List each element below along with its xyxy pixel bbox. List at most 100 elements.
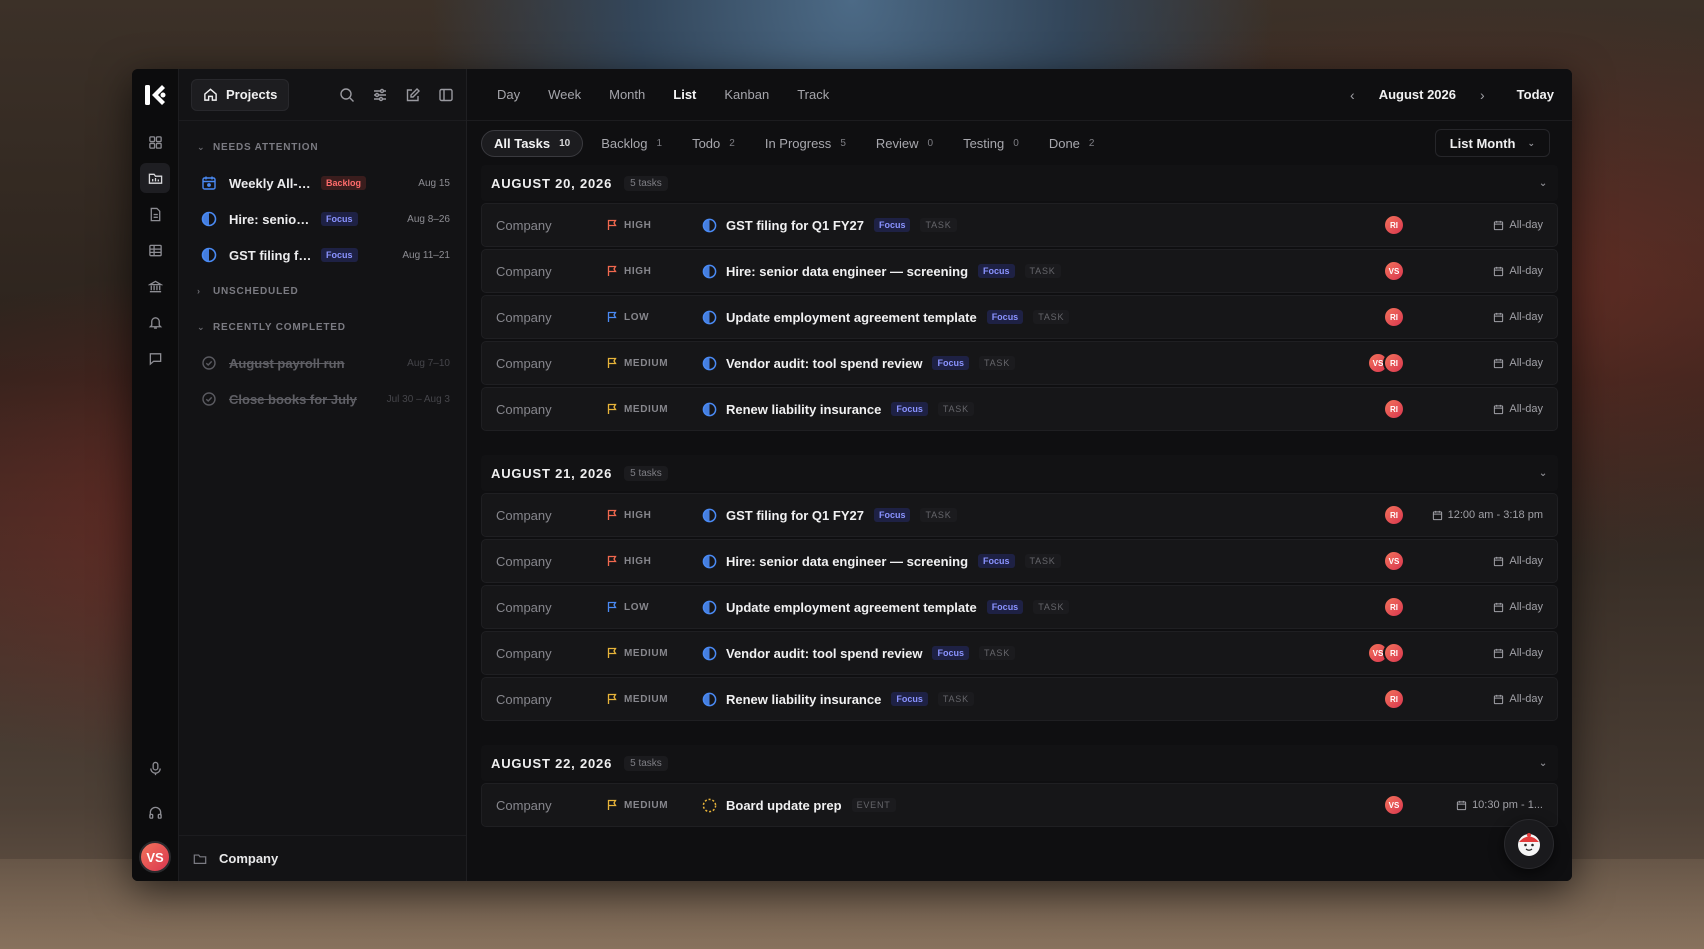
in-progress-status-icon[interactable] [201, 247, 217, 263]
filter-tab-done[interactable]: Done 2 [1037, 131, 1107, 156]
section-unscheduled[interactable]: › UNSCHEDULED [179, 273, 466, 309]
task-priority[interactable]: MEDIUM [606, 357, 702, 369]
today-button[interactable]: Today [1517, 87, 1554, 102]
date-group-header[interactable]: AUGUST 21, 2026 5 tasks ⌄ [481, 455, 1558, 491]
chat-icon[interactable] [140, 343, 170, 373]
attention-item[interactable]: GST filing for Q1 FY27 Focus Aug 11–21 [179, 237, 466, 273]
in-progress-status-icon[interactable] [702, 600, 717, 615]
event-status-icon[interactable] [702, 798, 717, 813]
bank-icon[interactable] [140, 271, 170, 301]
user-avatar[interactable]: VS [139, 841, 171, 873]
completed-item[interactable]: Close books for July Jul 30 – Aug 3 [179, 381, 466, 417]
attention-item[interactable]: Hire: senior data engineer Focus Aug 8–26 [179, 201, 466, 237]
in-progress-status-icon[interactable] [702, 218, 717, 233]
assignee-avatar[interactable]: VS [1383, 550, 1405, 572]
task-priority[interactable]: MEDIUM [606, 403, 702, 415]
bell-icon[interactable] [140, 307, 170, 337]
app-logo-icon[interactable] [143, 83, 167, 107]
chevron-down-icon[interactable]: ⌄ [1539, 178, 1548, 189]
task-priority[interactable]: LOW [606, 601, 702, 613]
task-priority[interactable]: HIGH [606, 555, 702, 567]
task-row[interactable]: Company LOW Update employment agreement te… [481, 295, 1558, 339]
task-row[interactable]: Company HIGH Hire: senior data engineer — … [481, 539, 1558, 583]
assistant-chat-button[interactable] [1504, 819, 1554, 869]
prev-month-button[interactable]: ‹ [1350, 87, 1355, 103]
task-priority[interactable]: HIGH [606, 219, 702, 231]
in-progress-status-icon[interactable] [702, 554, 717, 569]
chevron-down-icon[interactable]: ⌄ [1539, 758, 1548, 769]
assignee-avatar[interactable]: RI [1383, 352, 1405, 374]
section-recently-completed[interactable]: ⌄ RECENTLY COMPLETED [179, 309, 466, 345]
in-progress-status-icon[interactable] [702, 356, 717, 371]
date-group-header[interactable]: AUGUST 22, 2026 5 tasks ⌄ [481, 745, 1558, 781]
in-progress-status-icon[interactable] [702, 692, 717, 707]
task-priority[interactable]: MEDIUM [606, 693, 702, 705]
view-tab-week[interactable]: Week [536, 81, 593, 108]
table-icon[interactable] [140, 235, 170, 265]
filter-label: Testing [963, 135, 1005, 151]
task-row[interactable]: Company MEDIUM Vendor audit: tool spend re… [481, 631, 1558, 675]
filter-tab-backlog[interactable]: Backlog 1 [589, 131, 674, 156]
compose-icon[interactable] [405, 87, 421, 103]
attention-item[interactable]: Weekly All-Hands Backlog Aug 15 [179, 165, 466, 201]
assignee-avatar[interactable]: VS [1383, 794, 1405, 816]
dashboard-icon[interactable] [140, 127, 170, 157]
filter-label: In Progress [764, 135, 832, 151]
in-progress-status-icon[interactable] [702, 402, 717, 417]
in-progress-status-icon[interactable] [201, 211, 217, 227]
filter-tab-testing[interactable]: Testing 0 [951, 131, 1031, 156]
task-row[interactable]: Company HIGH GST filing for Q1 FY27 Focus TA… [481, 203, 1558, 247]
headphones-icon[interactable] [140, 797, 170, 827]
in-progress-status-icon[interactable] [702, 646, 717, 661]
task-row[interactable]: Company LOW Update employment agreement te… [481, 585, 1558, 629]
task-row[interactable]: Company HIGH Hire: senior data engineer — … [481, 249, 1558, 293]
view-tab-month[interactable]: Month [597, 81, 657, 108]
microphone-icon[interactable] [140, 753, 170, 783]
assignee-avatar[interactable]: RI [1383, 398, 1405, 420]
filter-tab-review[interactable]: Review 0 [864, 131, 945, 156]
projects-button[interactable]: Projects [191, 78, 290, 111]
filter-tab-todo[interactable]: Todo 2 [680, 131, 747, 156]
search-icon[interactable] [339, 87, 355, 103]
projects-icon[interactable] [140, 163, 170, 193]
in-progress-status-icon[interactable] [702, 508, 717, 523]
assignee-avatar[interactable]: RI [1383, 596, 1405, 618]
in-progress-status-icon[interactable] [702, 310, 717, 325]
next-month-button[interactable]: › [1480, 87, 1485, 103]
assignee-avatar[interactable]: RI [1383, 688, 1405, 710]
task-row[interactable]: Company HIGH GST filing for Q1 FY27 Focus TA… [481, 493, 1558, 537]
calendar-icon [1494, 556, 1504, 566]
filter-tab-all-tasks[interactable]: All Tasks 10 [481, 129, 584, 157]
section-needs-attention[interactable]: ⌄ NEEDS ATTENTION [179, 129, 466, 165]
task-row[interactable]: Company MEDIUM Board update prep EVENT VS 10:… [481, 783, 1558, 827]
assignee-avatar[interactable]: RI [1383, 214, 1405, 236]
task-row[interactable]: Company MEDIUM Renew liability insurance Fo… [481, 387, 1558, 431]
view-tab-day[interactable]: Day [485, 81, 532, 108]
filter-sliders-icon[interactable] [372, 87, 388, 103]
workspace-switcher[interactable]: Company [179, 835, 466, 881]
completed-item[interactable]: August payroll run Aug 7–10 [179, 345, 466, 381]
task-priority[interactable]: HIGH [606, 265, 702, 277]
task-priority[interactable]: LOW [606, 311, 702, 323]
view-tab-kanban[interactable]: Kanban [712, 81, 781, 108]
filter-tab-in-progress[interactable]: In Progress 5 [753, 131, 858, 156]
sidebar-toggle-icon[interactable] [438, 87, 454, 103]
item-type-badge: TASK [1024, 554, 1061, 568]
chevron-down-icon[interactable]: ⌄ [1539, 468, 1548, 479]
view-tab-list[interactable]: List [661, 81, 708, 108]
task-priority[interactable]: MEDIUM [606, 647, 702, 659]
assignee-avatar[interactable]: RI [1383, 504, 1405, 526]
view-tab-track[interactable]: Track [785, 81, 841, 108]
assignee-avatar[interactable]: VS [1383, 260, 1405, 282]
in-progress-status-icon[interactable] [702, 264, 717, 279]
task-time: All-day [1413, 693, 1543, 705]
task-priority[interactable]: MEDIUM [606, 799, 702, 811]
task-priority[interactable]: HIGH [606, 509, 702, 521]
document-icon[interactable] [140, 199, 170, 229]
list-mode-select[interactable]: List Month ⌄ [1434, 129, 1550, 157]
assignee-avatar[interactable]: RI [1383, 306, 1405, 328]
task-row[interactable]: Company MEDIUM Renew liability insurance Fo… [481, 677, 1558, 721]
assignee-avatar[interactable]: RI [1383, 642, 1405, 664]
date-group-header[interactable]: AUGUST 20, 2026 5 tasks ⌄ [481, 165, 1558, 201]
task-row[interactable]: Company MEDIUM Vendor audit: tool spend re… [481, 341, 1558, 385]
